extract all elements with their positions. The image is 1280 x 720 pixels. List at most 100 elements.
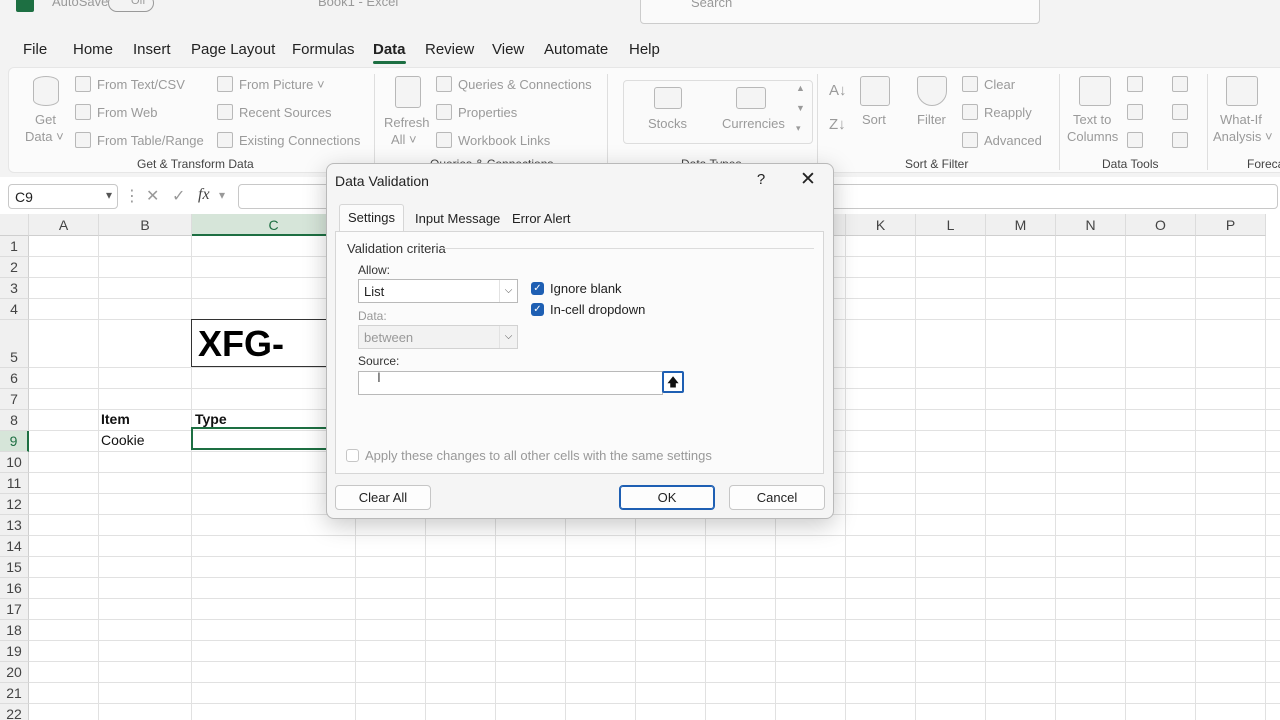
row-header-11[interactable]: 11 <box>0 473 29 494</box>
fx-chevron-icon[interactable]: ▾ <box>219 188 225 202</box>
collapse-dialog-button[interactable]: 🡅 <box>662 371 684 393</box>
row-header-2[interactable]: 2 <box>0 257 29 278</box>
apply-all-checkbox[interactable]: Apply these changes to all other cells w… <box>346 448 712 463</box>
help-icon[interactable]: ? <box>751 170 771 190</box>
workbook-links-button[interactable]: Workbook Links <box>436 132 550 148</box>
row-header-18[interactable]: 18 <box>0 620 29 641</box>
more-options-icon[interactable]: ⋮ <box>124 186 140 206</box>
row-header-9[interactable]: 9 <box>0 431 29 452</box>
row-header-4[interactable]: 4 <box>0 299 29 320</box>
menu-help[interactable]: Help <box>629 41 660 58</box>
sort-descending-icon[interactable]: Z↓ <box>829 116 846 133</box>
data-validation-button[interactable] <box>1127 132 1143 148</box>
queries-connections-button[interactable]: Queries & Connections <box>436 76 592 92</box>
refresh-all-dropdown[interactable]: All ˅ <box>391 132 417 147</box>
banner-cell[interactable]: XFG-BA <box>191 319 331 367</box>
tab-settings[interactable]: Settings <box>339 204 404 232</box>
cell-c8[interactable]: Type <box>195 411 227 427</box>
enter-check-icon[interactable]: ✓ <box>172 186 185 206</box>
menu-automate[interactable]: Automate <box>544 41 608 58</box>
column-header-o[interactable]: O <box>1126 214 1196 236</box>
menu-review[interactable]: Review <box>425 41 474 58</box>
search-box[interactable]: Search <box>640 0 1040 24</box>
tab-error-alert[interactable]: Error Alert <box>504 206 579 231</box>
row-header-1[interactable]: 1 <box>0 236 29 257</box>
cancel-icon[interactable]: ✕ <box>146 186 159 206</box>
name-box[interactable]: C9 ▾ <box>8 184 118 209</box>
get-data-dropdown[interactable]: Data ˅ <box>25 129 64 144</box>
column-header-n[interactable]: N <box>1056 214 1126 236</box>
remove-duplicates-button[interactable] <box>1127 104 1143 120</box>
flash-fill-button[interactable] <box>1127 76 1143 92</box>
row-header-6[interactable]: 6 <box>0 368 29 389</box>
from-web-button[interactable]: From Web <box>75 104 157 120</box>
row-header-19[interactable]: 19 <box>0 641 29 662</box>
sort-button[interactable]: Sort <box>862 112 886 127</box>
menu-view[interactable]: View <box>492 41 524 58</box>
incell-dropdown-checkbox[interactable]: ✓ In-cell dropdown <box>531 302 645 317</box>
gallery-up-icon[interactable]: ▲ <box>796 83 805 93</box>
existing-connections-button[interactable]: Existing Connections <box>217 132 360 148</box>
recent-sources-button[interactable]: Recent Sources <box>217 104 332 120</box>
row-header-14[interactable]: 14 <box>0 536 29 557</box>
from-picture-button[interactable]: From Picture ˅ <box>217 76 325 92</box>
menu-data[interactable]: Data <box>373 41 406 64</box>
menu-formulas[interactable]: Formulas <box>292 41 355 58</box>
clear-all-button[interactable]: Clear All <box>335 485 431 510</box>
chevron-down-icon[interactable]: ⌵ <box>499 280 517 302</box>
row-header-7[interactable]: 7 <box>0 389 29 410</box>
allow-select[interactable]: List ⌵ <box>358 279 518 303</box>
insert-function-icon[interactable]: fx <box>198 186 210 204</box>
gallery-down-icon[interactable]: ▼ <box>796 103 805 113</box>
filter-button[interactable]: Filter <box>917 112 946 127</box>
row-header-15[interactable]: 15 <box>0 557 29 578</box>
ignore-blank-checkbox[interactable]: ✓ Ignore blank <box>531 281 622 296</box>
properties-button[interactable]: Properties <box>436 104 517 120</box>
column-header-k[interactable]: K <box>846 214 916 236</box>
row-header-10[interactable]: 10 <box>0 452 29 473</box>
menu-insert[interactable]: Insert <box>133 41 171 58</box>
cancel-button[interactable]: Cancel <box>729 485 825 510</box>
gallery-more-icon[interactable]: ▾ <box>796 123 801 134</box>
cell-b8[interactable]: Item <box>101 411 130 427</box>
row-header-12[interactable]: 12 <box>0 494 29 515</box>
consolidate-button[interactable] <box>1172 76 1188 92</box>
row-header-5[interactable]: 5 <box>0 320 29 368</box>
data-model-button[interactable] <box>1172 132 1188 148</box>
row-header-8[interactable]: 8 <box>0 410 29 431</box>
what-if-button[interactable]: What-If <box>1220 112 1262 127</box>
get-data-button[interactable]: Get <box>35 112 56 127</box>
autosave-toggle[interactable]: Off <box>108 0 154 12</box>
column-header-l[interactable]: L <box>916 214 986 236</box>
row-header-20[interactable]: 20 <box>0 662 29 683</box>
source-input[interactable] <box>358 371 663 395</box>
stocks-button[interactable]: Stocks <box>648 116 687 131</box>
from-table-range-button[interactable]: From Table/Range <box>75 132 204 148</box>
row-header-21[interactable]: 21 <box>0 683 29 704</box>
row-header-3[interactable]: 3 <box>0 278 29 299</box>
from-text-csv-button[interactable]: From Text/CSV <box>75 76 185 92</box>
refresh-all-button[interactable]: Refresh <box>384 115 430 130</box>
clear-button[interactable]: Clear <box>962 76 1015 92</box>
tab-input-message[interactable]: Input Message <box>407 206 508 231</box>
column-header-m[interactable]: M <box>986 214 1056 236</box>
menu-home[interactable]: Home <box>73 41 113 58</box>
column-header-p[interactable]: P <box>1196 214 1266 236</box>
selected-cell-c9[interactable] <box>191 427 331 450</box>
relationships-button[interactable] <box>1172 104 1188 120</box>
select-all-corner[interactable] <box>0 214 29 236</box>
ok-button[interactable]: OK <box>619 485 715 510</box>
currencies-button[interactable]: Currencies <box>722 116 785 131</box>
row-header-17[interactable]: 17 <box>0 599 29 620</box>
menu-file[interactable]: File <box>23 41 47 58</box>
column-header-b[interactable]: B <box>99 214 192 236</box>
row-header-22[interactable]: 22 <box>0 704 29 720</box>
reapply-button[interactable]: Reapply <box>962 104 1032 120</box>
column-header-a[interactable]: A <box>29 214 99 236</box>
what-if-dropdown[interactable]: Analysis ˅ <box>1213 129 1273 144</box>
row-header-16[interactable]: 16 <box>0 578 29 599</box>
advanced-button[interactable]: Advanced <box>962 132 1042 148</box>
cell-b9[interactable]: Cookie <box>101 432 145 448</box>
text-to-columns-button[interactable]: Text to <box>1073 112 1111 127</box>
sort-ascending-icon[interactable]: A↓ <box>829 82 847 99</box>
